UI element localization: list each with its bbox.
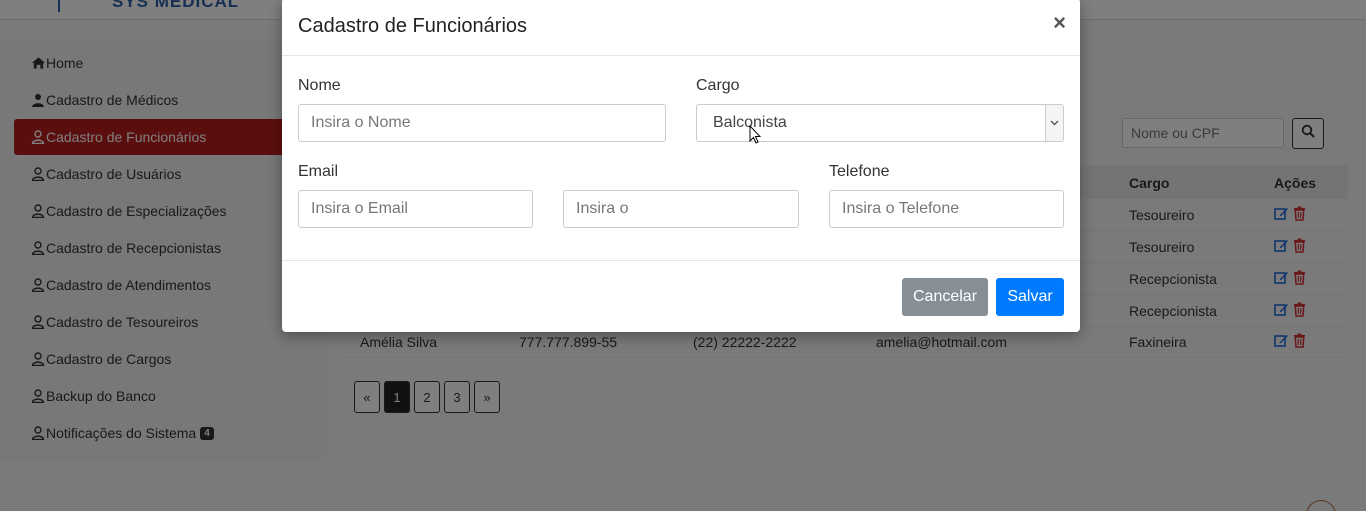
nome-label: Nome — [298, 77, 341, 94]
save-button[interactable]: Salvar — [996, 278, 1064, 316]
modal-header: Cadastro de Funcionários × — [282, 0, 1080, 56]
cpf-input[interactable] — [563, 190, 799, 228]
telefone-input[interactable] — [829, 190, 1064, 228]
cancel-button[interactable]: Cancelar — [902, 278, 988, 316]
modal-title: Cadastro de Funcionários — [298, 15, 528, 37]
mouse-cursor-icon — [749, 124, 762, 150]
email-label: Email — [298, 163, 339, 180]
employee-registration-modal: Cadastro de Funcionários × Nome Cargo Ba… — [282, 0, 1080, 332]
nome-input[interactable] — [298, 104, 666, 142]
modal-footer: Cancelar Salvar — [282, 260, 1080, 332]
email-input[interactable] — [298, 190, 533, 228]
chevron-down-icon[interactable] — [1045, 105, 1063, 141]
close-icon[interactable]: × — [1053, 12, 1066, 34]
telefone-label: Telefone — [829, 163, 890, 180]
cargo-label: Cargo — [696, 77, 740, 94]
